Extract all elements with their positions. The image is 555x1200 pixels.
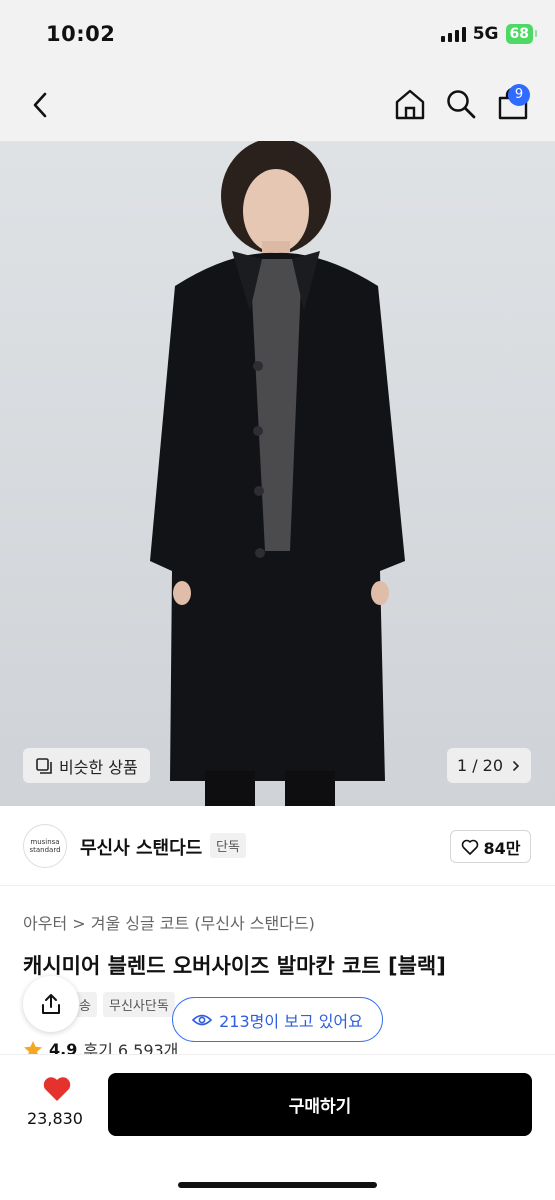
brand-like-button[interactable]: 84만 [450,830,531,863]
status-indicators: 5G 68 [440,24,538,44]
battery-icon: 68 [505,24,538,44]
product-title: 캐시미어 블렌드 오버사이즈 발마칸 코트 [블랙] [23,954,446,978]
status-bar: 10:02 5G 68 [0,0,555,70]
viewers-pill: 213명이 보고 있어요 [172,997,383,1042]
search-icon[interactable] [445,88,477,120]
brand-logo-line1: musinsa [30,838,60,846]
top-nav [0,70,555,141]
exclusive-badge: 단독 [210,833,246,858]
page-counter-label: 1 / 20 [456,756,504,775]
model-photo [0,141,555,806]
chevron-right-icon [513,760,520,771]
buy-button[interactable]: 구매하기 [108,1073,532,1136]
status-time: 10:02 [46,22,116,46]
home-indicator [178,1182,377,1188]
similar-icon [36,757,52,774]
image-page-counter[interactable]: 1 / 20 [447,748,531,783]
heart-outline-icon [461,839,478,855]
brand-name[interactable]: 무신사 스탠다드 [80,834,202,860]
similar-products-button[interactable]: 비슷한 상품 [23,748,150,783]
share-button[interactable] [23,976,79,1032]
network-label: 5G [472,24,499,44]
heart-filled-icon[interactable] [42,1075,72,1103]
back-icon[interactable] [26,90,56,120]
cart-badge: 9 [508,84,530,106]
brand-logo[interactable]: musinsa standard [23,824,67,868]
home-icon[interactable] [393,87,427,121]
product-image[interactable] [0,141,555,806]
brand-row: musinsa standard 무신사 스탠다드 단독 84만 [0,806,555,886]
bottom-bar: 23,830 구매하기 [0,1054,555,1200]
brand-like-count: 84만 [483,838,521,858]
share-icon [42,994,60,1014]
breadcrumb[interactable]: 아우터 > 겨울 싱글 코트 (무신사 스탠다드) [23,910,315,934]
favorite-count: 23,830 [27,1109,83,1128]
eye-icon [192,1014,213,1025]
product-tag: 무신사단독 [103,992,175,1017]
brand-logo-line2: standard [29,846,61,854]
viewers-label: 213명이 보고 있어요 [219,1011,363,1031]
signal-icon [440,26,466,42]
similar-products-label: 비슷한 상품 [59,757,138,777]
